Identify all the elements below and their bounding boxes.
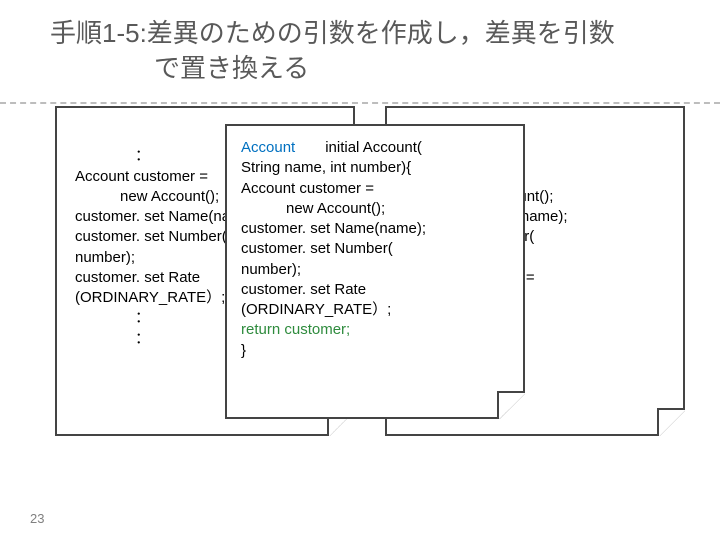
front-code-type: Account <box>241 139 295 156</box>
code-note-front: Account initial Account( String name, in… <box>225 124 525 419</box>
front-code-return: return customer; <box>241 321 350 338</box>
content-area: ： Account customer = new Account(); cust… <box>0 104 720 524</box>
front-code-head: initial Account( String name, int number… <box>241 139 426 318</box>
front-code-tail: } <box>241 342 246 359</box>
slide-title: 手順1-5:差異のための引数を作成し，差異を引数 で置き換える <box>50 16 670 86</box>
page-number: 23 <box>30 511 44 526</box>
title-area: 手順1-5:差異のための引数を作成し，差異を引数 で置き換える <box>0 0 720 96</box>
